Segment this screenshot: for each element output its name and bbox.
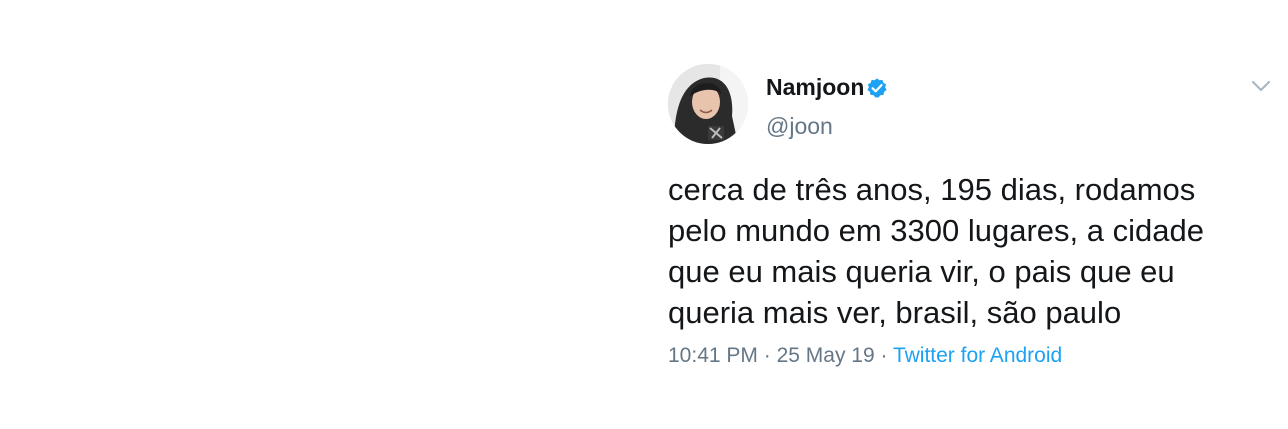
tweet-source-link[interactable]: Twitter for Android (893, 344, 1062, 367)
tweet-text-line: queria mais ver, brasil, são paulo (668, 295, 1122, 330)
avatar[interactable] (668, 64, 748, 144)
display-name[interactable]: Namjoon (766, 73, 864, 101)
chevron-down-icon[interactable] (1250, 78, 1272, 94)
tweet-text-line: cerca de três anos, 195 dias, rodamos (668, 172, 1196, 207)
tweet-text-line: pelo mundo em 3300 lugares, a cidade (668, 213, 1204, 248)
tweet-time[interactable]: 10:41 PM (668, 344, 758, 367)
tweet-text: cerca de três anos, 195 dias, rodamos pe… (668, 169, 1268, 333)
user-handle[interactable]: @joon (766, 112, 833, 140)
tweet-text-line: que eu mais queria vir, o pais que eu (668, 254, 1175, 289)
tweet-card: Namjoon @joon cerca de três anos, 195 di… (0, 0, 1288, 429)
tweet-date[interactable]: 25 May 19 (777, 344, 875, 367)
verified-badge-icon (867, 78, 887, 98)
meta-separator: · (763, 344, 771, 367)
avatar-image (668, 64, 748, 144)
tweet-metadata: 10:41 PM · 25 May 19 · Twitter for Andro… (668, 342, 1062, 370)
meta-separator: · (880, 344, 888, 367)
